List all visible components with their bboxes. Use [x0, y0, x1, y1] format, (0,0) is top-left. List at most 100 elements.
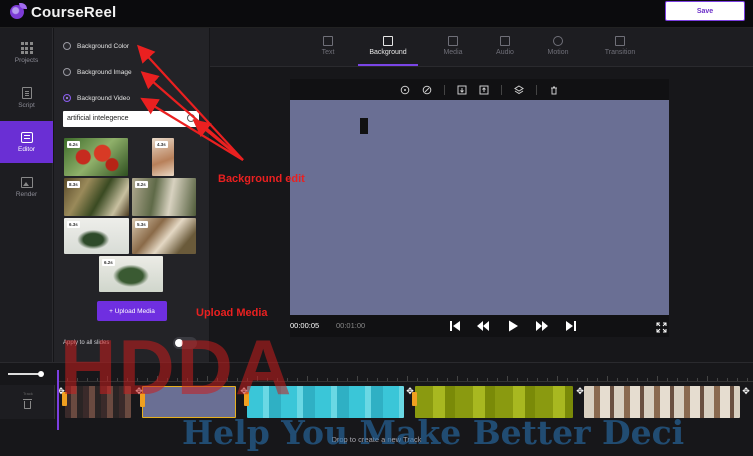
search-icon[interactable] [187, 114, 195, 122]
grid-icon [20, 42, 33, 54]
total-time: 00:01:00 [336, 321, 366, 330]
background-icon [383, 36, 393, 46]
zoom-slider[interactable] [4, 371, 50, 377]
layers-icon[interactable] [514, 84, 524, 95]
app-name: CourseReel [31, 3, 117, 21]
move-handle-icon[interactable]: ✥ [406, 387, 414, 396]
ruler-tick [677, 378, 678, 381]
duration-badge: 4.3s [155, 141, 168, 148]
search-input[interactable]: artificial intelegence [63, 111, 199, 127]
video-thumbnail[interactable]: 5.3s [132, 218, 196, 254]
ruler-tick [307, 376, 308, 381]
tab-label: Background [369, 49, 407, 56]
logo-icon [10, 3, 27, 21]
toolbar-divider [501, 84, 502, 95]
background-panel: Background Color Background Image Backgr… [54, 28, 209, 362]
track-header: Track [0, 385, 55, 419]
left-nav: Projects Script Editor Render [0, 28, 53, 362]
ruler-tick [397, 378, 398, 381]
move-handle-icon[interactable]: ✥ [742, 387, 750, 396]
ruler-tick [687, 378, 688, 381]
nav-label: Render [15, 190, 38, 198]
watermark-subtitle: Help You Make Better Deci [182, 413, 685, 452]
nav-editor[interactable]: Editor [0, 121, 53, 163]
nav-render[interactable]: Render [0, 166, 53, 208]
option-background-video[interactable]: Background Video [63, 94, 130, 102]
ruler-tick [617, 378, 618, 381]
nav-script[interactable]: Script [0, 77, 53, 119]
current-time: 00:00:05 [290, 321, 320, 330]
tab-label: Audio [496, 49, 514, 56]
upload-label: + Upload Media [109, 307, 155, 315]
toolbar-divider [536, 84, 537, 95]
save-button[interactable]: Save [665, 1, 745, 21]
ruler-tick [497, 378, 498, 381]
ruler-tick [337, 378, 338, 381]
video-thumbnail[interactable]: 8.3s [64, 178, 129, 216]
rotate-icon[interactable] [400, 85, 410, 95]
send-backward-icon[interactable] [457, 85, 467, 95]
playback-bar: 00:00:05 00:01:00 [290, 315, 669, 337]
video-thumbnail[interactable]: 8.2s [132, 178, 196, 216]
ruler-tick [747, 378, 748, 381]
fast-forward-icon[interactable] [535, 320, 549, 332]
upload-media-button[interactable]: + Upload Media [97, 301, 167, 321]
ruler-tick [457, 376, 458, 381]
tab-transition[interactable]: Transition [590, 36, 650, 66]
option-background-image[interactable]: Background Image [63, 68, 132, 76]
duration-badge: 5.3s [135, 221, 148, 228]
delete-icon[interactable] [549, 85, 559, 95]
fullscreen-icon[interactable] [656, 320, 667, 333]
radio-button[interactable] [63, 68, 71, 76]
tab-background[interactable]: Background [358, 36, 418, 66]
nav-projects[interactable]: Projects [0, 32, 53, 74]
ruler-tick [557, 376, 558, 381]
ruler-tick [377, 378, 378, 381]
bring-forward-icon[interactable] [479, 85, 489, 95]
ruler-tick [727, 378, 728, 381]
adjust-icon[interactable] [422, 85, 432, 95]
ruler-tick [487, 378, 488, 381]
option-label: Background Color [77, 42, 130, 50]
tab-motion[interactable]: Motion [528, 36, 588, 66]
text-cursor-element[interactable] [360, 118, 368, 134]
image-icon [20, 176, 33, 188]
search-value: artificial intelegence [67, 115, 129, 122]
radio-button[interactable] [63, 42, 71, 50]
ruler-tick [317, 378, 318, 381]
tab-label: Text [321, 49, 335, 56]
radio-button[interactable] [63, 94, 71, 102]
playhead[interactable] [57, 370, 59, 430]
tab-label: Transition [604, 49, 636, 56]
video-thumbnail[interactable]: 6.2s [64, 138, 128, 176]
rewind-icon[interactable] [476, 320, 490, 332]
ruler-tick [537, 378, 538, 381]
ruler-tick [327, 378, 328, 381]
skip-start-icon[interactable] [448, 320, 462, 332]
transition-icon [615, 36, 625, 46]
tab-audio[interactable]: Audio [475, 36, 535, 66]
annotation-background-edit: Background edit [218, 173, 305, 185]
option-background-color[interactable]: Background Color [63, 42, 129, 50]
video-thumbnail[interactable]: 6.2s [99, 256, 163, 292]
ruler-tick [357, 376, 358, 381]
ruler-tick [597, 378, 598, 381]
trash-icon[interactable] [23, 399, 32, 409]
tab-text[interactable]: Text [298, 36, 358, 66]
ruler-tick [507, 376, 508, 381]
skip-end-icon[interactable] [564, 320, 578, 332]
ruler-tick [707, 376, 708, 381]
ruler-tick [657, 376, 658, 381]
video-thumbnail[interactable]: 4.3s [152, 138, 174, 176]
logo: CourseReel [10, 3, 116, 21]
track-label: Track [23, 391, 33, 396]
video-thumbnail[interactable]: 6.3s [64, 218, 129, 254]
ruler-tick [587, 378, 588, 381]
motion-icon [553, 36, 563, 46]
duration-badge: 8.2s [135, 181, 148, 188]
play-icon[interactable] [506, 320, 520, 332]
slide-canvas[interactable] [290, 100, 669, 315]
move-handle-icon[interactable]: ✥ [576, 387, 584, 396]
ruler-tick [577, 378, 578, 381]
tab-media[interactable]: Media [423, 36, 483, 66]
